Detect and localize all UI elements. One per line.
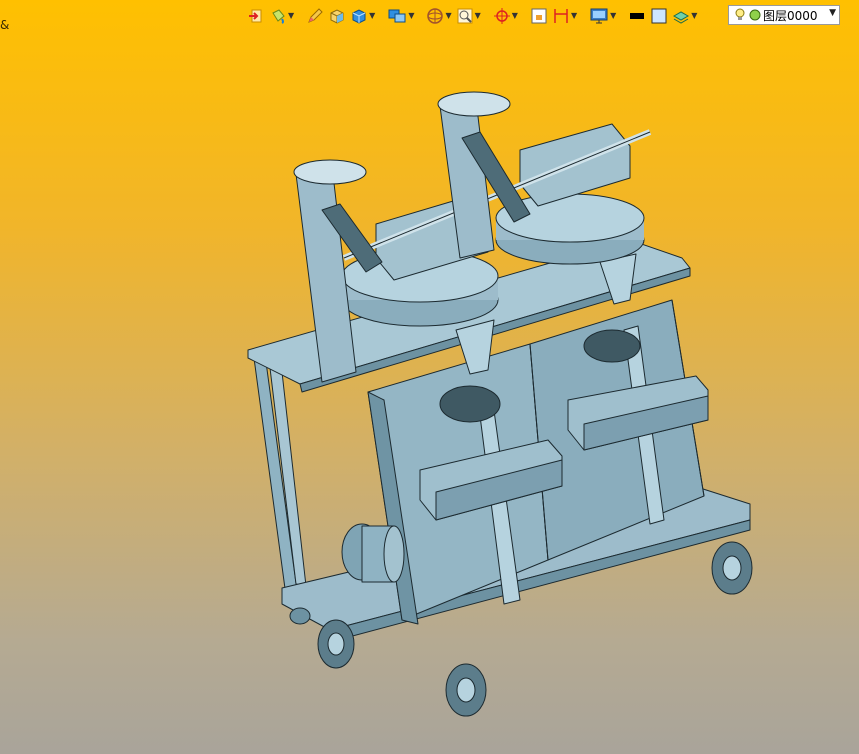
caster-front-left [317,619,355,669]
tool-sphere[interactable]: ▼ [425,5,452,27]
tool-fill-color[interactable] [649,5,669,27]
hopper-left [293,159,367,185]
tool-box-shaded[interactable] [327,5,347,27]
tool-dimension[interactable]: ▼ [551,5,578,27]
layer-name: 图层0000 [763,8,818,23]
tool-paint[interactable]: ▼ [268,5,295,27]
zoom-window-icon [457,8,473,24]
gear-unit-left [439,385,501,423]
box-blue-icon [352,9,366,24]
3d-viewport[interactable]: & ▼ ▼ ▼ ▼ ▼ ▼ ▼ ▼ ▼ 图层0000 ▼ [0,0,859,754]
monitor-icon [590,8,608,24]
layer-on-icon [749,9,761,21]
tool-monitor[interactable]: ▼ [588,5,617,27]
tool-fit[interactable] [529,5,549,27]
views-icon [388,9,406,23]
tool-zoom-window[interactable]: ▼ [455,5,482,27]
view-toolbar: ▼ ▼ ▼ ▼ ▼ ▼ ▼ ▼ ▼ [246,4,698,28]
tool-crosshair[interactable]: ▼ [492,5,519,27]
crosshair-icon [493,8,510,24]
fill-swatch-icon [651,8,667,24]
dimension-icon [554,9,568,23]
paint-bucket-icon [272,9,285,24]
3d-model-machine[interactable] [0,0,859,754]
caster-front-right [711,541,753,595]
gear-unit-right [583,329,641,363]
layer-selector[interactable]: 图层0000 ▼ [728,5,840,25]
color-swatch-icon [630,13,645,19]
box-shaded-icon [330,9,344,24]
pencil-icon [308,8,323,23]
tool-exit[interactable] [246,5,266,27]
sphere-icon [427,8,444,24]
caster-front-mid [445,663,487,717]
lightbulb-icon [735,8,745,20]
caster-rear-left [289,607,311,625]
chevron-down-icon[interactable]: ▼ [829,8,836,18]
hopper-right [437,91,511,117]
fit-icon [531,8,547,24]
tool-box-blue[interactable]: ▼ [349,5,376,27]
exit-icon [249,9,262,23]
tool-line-color[interactable] [627,5,647,27]
tool-views[interactable]: ▼ [386,5,415,27]
tool-layer-stack[interactable]: ▼ [671,5,698,27]
layers-icon [673,11,690,24]
tool-pencil[interactable] [305,5,325,27]
